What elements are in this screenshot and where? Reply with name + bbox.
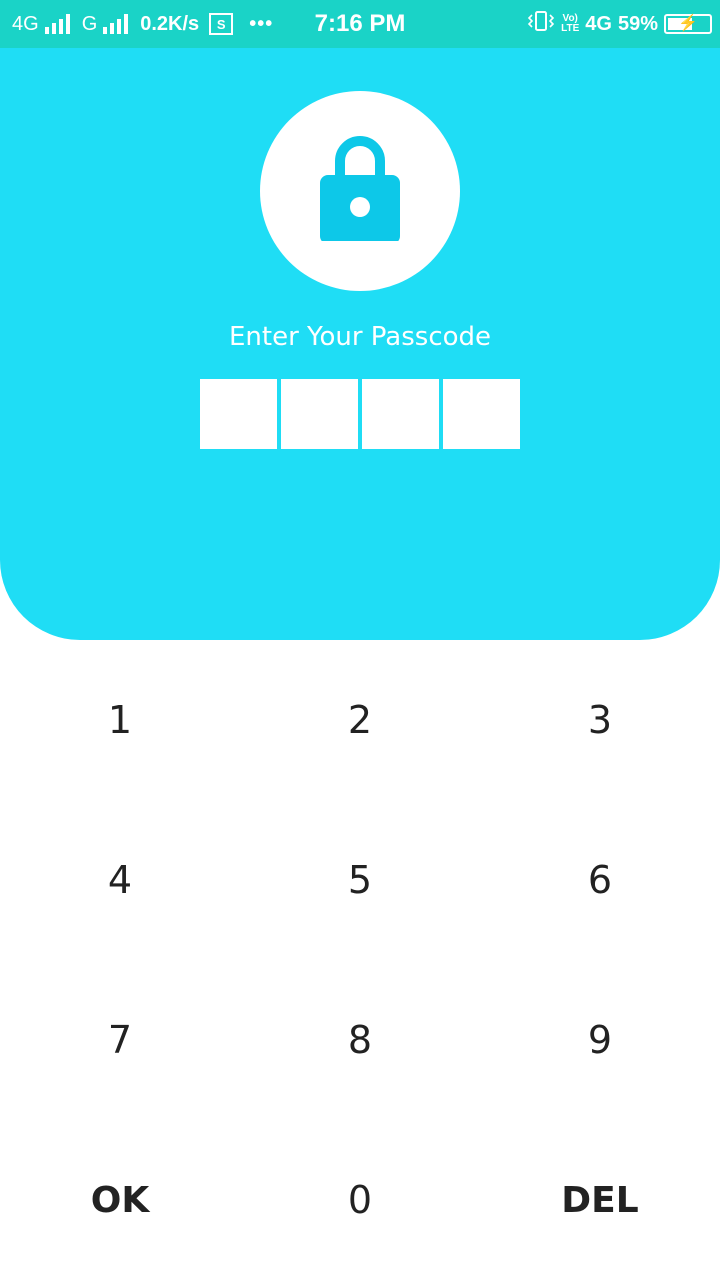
lock-badge: [260, 91, 460, 291]
passcode-input[interactable]: [200, 379, 520, 449]
passcode-digit-1[interactable]: [200, 379, 277, 449]
key-0[interactable]: 0: [240, 1120, 480, 1280]
charging-bolt-icon: ⚡: [678, 15, 698, 32]
lock-icon: [320, 136, 400, 241]
key-2[interactable]: 2: [240, 640, 480, 800]
keypad: 1 2 3 4 5 6 7 8 9 OK 0 DEL: [0, 640, 720, 1280]
key-6[interactable]: 6: [480, 800, 720, 960]
passcode-digit-4[interactable]: [443, 379, 520, 449]
key-9[interactable]: 9: [480, 960, 720, 1120]
key-3[interactable]: 3: [480, 640, 720, 800]
passcode-header: Enter Your Passcode: [0, 48, 720, 640]
passcode-prompt: Enter Your Passcode: [228, 322, 492, 352]
status-bar: 4G G 0.2K/s S ••• 7:16 PM Vo) LTE 4G 59%…: [0, 0, 720, 48]
volte-icon: Vo) LTE: [561, 13, 580, 34]
status-right: Vo) LTE 4G 59% ⚡: [527, 0, 712, 48]
battery-percent: 59%: [617, 12, 658, 35]
battery-icon: ⚡: [664, 14, 712, 34]
network-type-3: 4G: [585, 12, 612, 35]
passcode-digit-2[interactable]: [281, 379, 358, 449]
passcode-digit-3[interactable]: [362, 379, 439, 449]
delete-button[interactable]: DEL: [480, 1120, 720, 1280]
ok-button[interactable]: OK: [0, 1120, 240, 1280]
vibrate-icon: [527, 10, 555, 38]
key-8[interactable]: 8: [240, 960, 480, 1120]
key-5[interactable]: 5: [240, 800, 480, 960]
key-7[interactable]: 7: [0, 960, 240, 1120]
key-4[interactable]: 4: [0, 800, 240, 960]
key-1[interactable]: 1: [0, 640, 240, 800]
